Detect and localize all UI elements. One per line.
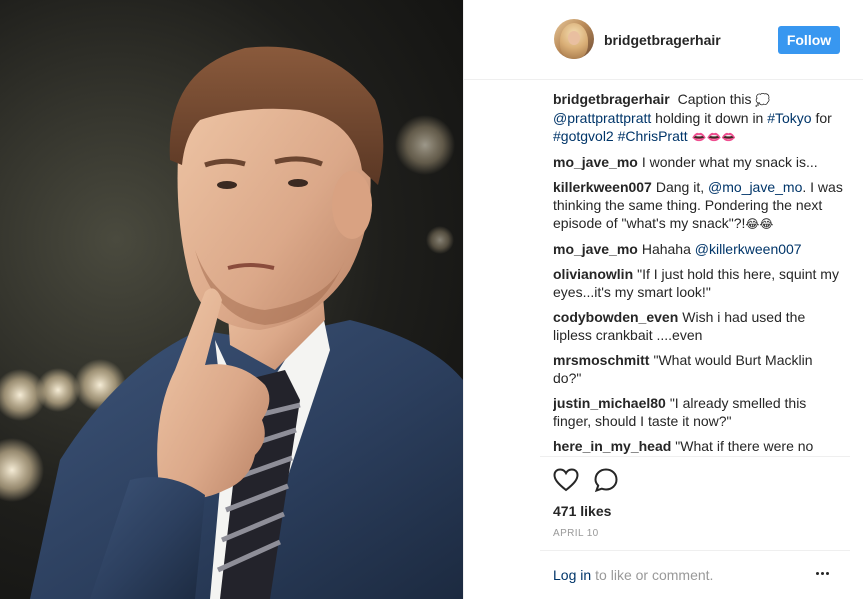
- laughing-emoji-icon: 😂😂: [745, 217, 774, 231]
- login-prompt: Log in to like or comment.: [553, 567, 713, 583]
- actions-section: 471 likes APRIL 10: [540, 456, 850, 539]
- post-sidebar: bridgetbragerhair Follow bridgetbragerha…: [463, 0, 863, 599]
- comment-author[interactable]: mrsmoschmitt: [553, 352, 649, 368]
- ellipsis-dot: [815, 571, 819, 575]
- comment-text: Dang it,: [655, 179, 705, 195]
- comments-list[interactable]: bridgetbragerhair Caption this 💭 @prattp…: [553, 90, 843, 456]
- comment-author[interactable]: mo_jave_mo: [553, 154, 638, 170]
- post-footer: Log in to like or comment.: [540, 550, 850, 598]
- list-item: justin_michael80 "I already smelled this …: [553, 394, 843, 430]
- list-item: here_in_my_head"What if there were no hy…: [553, 437, 843, 456]
- login-link[interactable]: Log in: [553, 567, 591, 583]
- post-photo[interactable]: [0, 0, 463, 599]
- comment-author[interactable]: killerkween007: [553, 179, 652, 195]
- comment-text: Hahaha: [641, 241, 691, 257]
- mention-link[interactable]: @mo_jave_mo: [708, 179, 802, 195]
- list-item: killerkween007 Dang it, @mo_jave_mo. I wa…: [553, 178, 843, 233]
- list-item: codybowden_even Wish i had used the liple…: [553, 308, 843, 344]
- ellipsis-dot: [820, 571, 824, 575]
- comment-text: I wonder what my snack is...: [641, 154, 818, 170]
- post-date[interactable]: APRIL 10: [553, 528, 599, 539]
- post-header: bridgetbragerhair Follow: [464, 0, 863, 80]
- ellipsis-icon[interactable]: [810, 563, 834, 583]
- list-item: mrsmoschmitt "What would Burt Macklin do?…: [553, 351, 843, 387]
- comment-author[interactable]: mo_jave_mo: [553, 241, 638, 257]
- instagram-post: bridgetbragerhair Follow bridgetbragerha…: [0, 0, 863, 599]
- list-item: mo_jave_mo I wonder what my snack is...: [553, 153, 843, 171]
- portrait-illustration: [0, 46, 463, 599]
- follow-button[interactable]: Follow: [778, 26, 840, 54]
- login-prompt-text: to like or comment.: [595, 567, 714, 583]
- hashtag-link[interactable]: #Tokyo: [767, 110, 811, 126]
- ellipsis-dot: [825, 571, 829, 575]
- list-item: olivianowlin "If I just hold this here, s…: [553, 265, 843, 301]
- likes-count[interactable]: 471 likes: [553, 503, 611, 519]
- comment-author[interactable]: bridgetbragerhair: [553, 91, 670, 107]
- comment-author[interactable]: here_in_my_head: [553, 438, 671, 454]
- mention-link[interactable]: @killerkween007: [695, 241, 802, 257]
- lips-icon: 👄👄👄: [691, 130, 737, 144]
- caption-text: Caption this: [677, 91, 752, 107]
- avatar[interactable]: [554, 19, 594, 59]
- comment-author[interactable]: olivianowlin: [553, 266, 633, 282]
- speech-bubble-icon[interactable]: [593, 467, 619, 493]
- thought-bubble-icon: 💭: [755, 93, 771, 107]
- hashtag-link[interactable]: #gotgvol2: [553, 128, 614, 144]
- mention-link[interactable]: @prattprattpratt: [553, 110, 651, 126]
- caption: bridgetbragerhair Caption this 💭 @prattp…: [553, 90, 843, 146]
- comment-author[interactable]: codybowden_even: [553, 309, 678, 325]
- avatar-face: [568, 31, 580, 45]
- header-username[interactable]: bridgetbragerhair: [604, 32, 721, 48]
- heart-icon[interactable]: [553, 467, 579, 493]
- hashtag-link[interactable]: #ChrisPratt: [618, 128, 688, 144]
- caption-text: holding it down in: [655, 110, 764, 126]
- comment-author[interactable]: justin_michael80: [553, 395, 666, 411]
- caption-text: for: [815, 110, 832, 126]
- action-icons: [553, 467, 619, 495]
- list-item: mo_jave_mo Hahaha @killerkween007: [553, 240, 843, 258]
